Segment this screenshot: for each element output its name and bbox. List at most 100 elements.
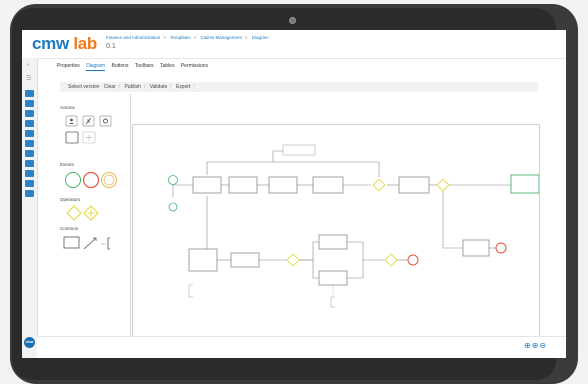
nav-item-icon[interactable] (25, 170, 34, 177)
logo-lab: lab (73, 34, 98, 53)
tab-bar: Properties Diagram Buttons Toolbars Tabl… (57, 63, 213, 71)
task-node[interactable] (398, 176, 430, 194)
exclusive-gateway-tool[interactable] (66, 205, 82, 221)
toolbar-divider: | (170, 84, 172, 90)
tab-tables[interactable]: Tables (160, 63, 174, 69)
task-node-selected[interactable] (510, 174, 540, 194)
annotation-node[interactable] (188, 284, 193, 298)
breadcrumb: Finance and Administration > Templates > C… (106, 35, 272, 40)
tab-diagram[interactable]: Diagram (86, 63, 106, 71)
start-event-tool[interactable] (65, 172, 81, 188)
flow-line (272, 150, 283, 162)
actions-shapes (65, 115, 112, 144)
palette-divider (130, 94, 131, 338)
camera-dot (289, 17, 296, 24)
app-logo[interactable]: cmw lab (32, 34, 97, 54)
collapse-icon[interactable]: « (27, 62, 30, 68)
end-event-tool[interactable] (82, 171, 100, 189)
diagram-canvas[interactable] (132, 124, 540, 338)
nav-item-icon[interactable] (25, 120, 34, 127)
select-version-button[interactable]: Select version (68, 84, 99, 90)
breadcrumb-item[interactable]: Diagram (252, 35, 269, 40)
user-icon (70, 118, 73, 122)
zoom-out-icon[interactable]: ⊖ (539, 341, 547, 350)
tab-properties[interactable]: Properties (57, 63, 80, 69)
zoom-controls: ⊕⊕⊖ (524, 341, 547, 350)
logo-cmw: cmw (32, 34, 69, 53)
task-node[interactable] (230, 252, 260, 268)
end-event[interactable] (495, 242, 507, 254)
tab-buttons[interactable]: Buttons (111, 63, 128, 69)
nav-item-icon[interactable] (25, 140, 34, 147)
task-node[interactable] (228, 176, 258, 194)
nav-item-icon[interactable] (25, 190, 34, 197)
annotation-node[interactable] (282, 144, 316, 156)
menu-icon[interactable]: ☰ (26, 75, 31, 82)
service-task-tool[interactable] (99, 115, 112, 127)
palette-label-actions: Actions (60, 105, 75, 110)
process-diagram (168, 144, 540, 308)
events-shapes (65, 171, 117, 189)
pool-tool[interactable] (63, 236, 80, 249)
gateway-node[interactable] (372, 178, 386, 192)
app-screen: cmw lab Finance and Administration > Temp… (22, 30, 566, 358)
flow-line (298, 241, 319, 261)
annotation-node[interactable] (330, 296, 335, 308)
diagram-toolbar: Select version Clear | Publish | Validate |… (60, 82, 538, 92)
breadcrumb-item[interactable]: Templates (170, 35, 191, 40)
nav-item-icon[interactable] (25, 130, 34, 137)
shape-palette: Actions Events Operators Common (60, 104, 130, 284)
gateway-node[interactable] (384, 253, 398, 267)
start-event[interactable] (168, 202, 178, 212)
breadcrumb-item[interactable]: Finance and Administration (106, 35, 160, 40)
flow-line (347, 241, 385, 261)
task-node[interactable] (188, 248, 218, 272)
connector-tool[interactable] (83, 237, 97, 250)
bracket-icon (107, 237, 110, 250)
clear-button[interactable]: Clear (104, 84, 116, 90)
breadcrumb-separator: > (193, 35, 197, 40)
flow-line (206, 161, 380, 177)
flow-line (298, 259, 319, 279)
task-node[interactable] (312, 176, 344, 194)
task-node[interactable] (462, 239, 490, 257)
flow-line (347, 260, 364, 279)
tab-toolbars[interactable]: Toolbars (135, 63, 154, 69)
palette-label-common: Common (60, 226, 79, 231)
palette-label-operators: Operators (60, 197, 81, 202)
nav-item-icon[interactable] (25, 150, 34, 157)
operators-shapes (66, 205, 99, 221)
task-node[interactable] (268, 176, 298, 194)
version-label: 0.1 (106, 43, 116, 50)
end-event[interactable] (407, 254, 419, 266)
task-tool[interactable] (65, 131, 79, 144)
toolbar-divider: | (143, 84, 146, 90)
breadcrumb-separator: > (163, 35, 166, 40)
nav-item-icon[interactable] (25, 100, 34, 107)
nav-item-icon[interactable] (25, 160, 34, 167)
gateway-node[interactable] (436, 178, 450, 192)
validate-button[interactable]: Validate (150, 84, 168, 90)
publish-button[interactable]: Publish (124, 84, 140, 90)
export-button[interactable]: Export (176, 84, 190, 90)
user-avatar[interactable]: cmw (24, 337, 35, 348)
nav-item-icon[interactable] (25, 110, 34, 117)
start-event[interactable] (168, 175, 178, 185)
breadcrumb-separator: > (244, 35, 248, 40)
task-node[interactable] (318, 234, 348, 250)
common-shapes (63, 236, 110, 250)
flow-line (442, 190, 463, 249)
palette-label-events: Events (60, 162, 74, 167)
task-node[interactable] (318, 270, 348, 286)
gateway-node[interactable] (286, 253, 300, 267)
fit-icon[interactable]: ⊕ (524, 341, 532, 350)
toolbar-divider: | (118, 84, 121, 90)
nav-item-icon[interactable] (25, 90, 34, 97)
tab-permissions[interactable]: Permissions (181, 63, 208, 69)
toolbar-divider: | (193, 84, 195, 90)
bottom-bar (37, 336, 566, 358)
nav-item-icon[interactable] (25, 180, 34, 187)
task-node[interactable] (192, 176, 222, 194)
sequence-flows (172, 150, 511, 279)
breadcrumb-item[interactable]: Claims Management (201, 35, 242, 40)
